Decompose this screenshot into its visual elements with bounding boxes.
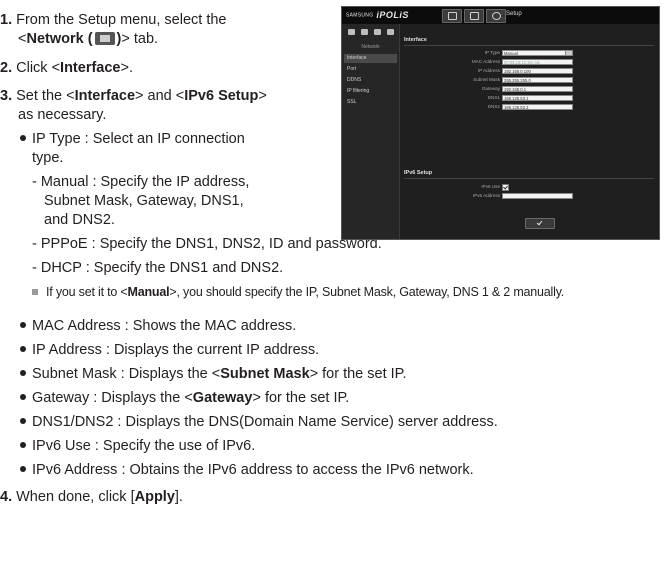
top-bar: SAMSUNG iPOLiS Setup (342, 7, 659, 24)
step-3-line-1: 3. Set the <Interface> and <IPv6 Setup> (0, 88, 267, 104)
bullet-dot-icon (20, 466, 26, 473)
monitor-icon (448, 12, 457, 20)
gateway-field[interactable]: 192.168.0.1 (502, 86, 573, 92)
ip-address-label: IP Address (477, 68, 500, 73)
mac-address-label: MAC Address (471, 59, 500, 64)
dns2-label: DNS2 (487, 104, 500, 109)
section-interface-title: Interface (404, 37, 427, 43)
ipv6-address-field[interactable] (502, 193, 573, 199)
bullet-ip: IP Address : Displays the current IP add… (20, 342, 319, 359)
bullet-dot-icon (20, 394, 26, 401)
bullet-ipv6-address: IPv6 Address : Obtains the IPv6 address … (20, 462, 474, 479)
bullet-dot-icon (20, 135, 26, 142)
ip-address-field[interactable]: 192.168.0.100 (502, 68, 573, 74)
sidebar-item-interface[interactable]: Interface (344, 54, 397, 63)
step-1-line-1: 1. From the Setup menu, select the (0, 12, 227, 28)
network-setup-icon[interactable] (361, 29, 368, 35)
playback-icon (470, 12, 479, 20)
live-button[interactable] (442, 9, 462, 23)
apply-button[interactable] (525, 218, 555, 229)
bullet-dot-icon (20, 346, 26, 353)
pppoe-line: - PPPoE : Specify the DNS1, DNS2, ID and… (32, 236, 382, 252)
ipv6-address-label: IPv6 Address (472, 193, 500, 198)
bullet-dot-icon (20, 370, 26, 377)
bullet-subnet: Subnet Mask : Displays the <Subnet Mask>… (20, 366, 407, 383)
chevron-down-icon (565, 51, 572, 55)
bullet-gateway: Gateway : Displays the <Gateway> for the… (20, 390, 349, 407)
step-1-line-2: <Network ()> tab. (18, 31, 159, 47)
bullet-mac: MAC Address : Shows the MAC address. (20, 318, 296, 335)
bullet-dot-icon (20, 442, 26, 449)
ipv6-use-checkbox[interactable] (502, 184, 509, 191)
sidebar-heading: Network (361, 44, 380, 50)
gateway-label: Gateway (481, 86, 500, 91)
bullet-dns: DNS1/DNS2 : Displays the DNS(Domain Name… (20, 414, 498, 431)
subnet-mask-field[interactable]: 255.255.255.0 (502, 77, 573, 83)
bullet-dot-icon (20, 418, 26, 425)
subnet-mask-label: Subnet Mask (473, 77, 500, 82)
setup-title: Setup (506, 11, 522, 17)
dns1-field[interactable]: 168.126.63.1 (502, 95, 573, 101)
step-2: 2. Click <Interface>. (0, 60, 133, 76)
ip-type-line-2: type. (32, 150, 64, 166)
step-3-line-2: as necessary. (18, 107, 107, 123)
setup-sidebar: Network Interface Port DDNS IP filtering… (342, 24, 400, 239)
ipolis-logo: SAMSUNG iPOLiS (346, 10, 409, 20)
sidebar-item-ip-filtering[interactable]: IP filtering (344, 87, 397, 96)
manual-line-2: Subnet Mask, Gateway, DNS1, (44, 193, 244, 209)
event-setup-icon[interactable] (374, 29, 381, 35)
manual-line-1: - Manual : Specify the IP address, (32, 174, 250, 190)
system-setup-icon[interactable] (387, 29, 394, 35)
setup-content: Interface IP Type Manual MAC Address 00:… (400, 24, 659, 239)
mac-address-field: 00:09:18:1C:BA:1B (502, 59, 573, 65)
bullet-ip-type: IP Type : Select an IP connection (20, 131, 245, 148)
gear-icon (492, 12, 501, 20)
dns1-label: DNS1 (487, 95, 500, 100)
network-tab-icon (94, 31, 115, 45)
sidebar-item-ssl[interactable]: SSL (344, 98, 397, 107)
section-ipv6-title: IPv6 Setup (404, 170, 433, 176)
setup-button[interactable] (486, 9, 506, 23)
sidebar-item-port[interactable]: Port (344, 65, 397, 74)
playback-button[interactable] (464, 9, 484, 23)
divider (404, 45, 654, 46)
ipv6-use-label: IPv6 Use (481, 184, 500, 189)
bullet-ipv6-use: IPv6 Use : Specify the use of IPv6. (20, 438, 255, 455)
manual-note: If you set it to <Manual>, you should sp… (32, 285, 564, 300)
manual-line-3: and DNS2. (44, 212, 115, 228)
dhcp-line: - DHCP : Specify the DNS1 and DNS2. (32, 260, 284, 276)
ip-type-select[interactable]: Manual (502, 50, 573, 56)
video-setup-icon[interactable] (348, 29, 355, 35)
interface-setup-screenshot: SAMSUNG iPOLiS Setup Network Interface P… (341, 6, 660, 240)
sidebar-item-ddns[interactable]: DDNS (344, 76, 397, 85)
step-4: 4. When done, click [Apply]. (0, 489, 183, 505)
bullet-dot-icon (20, 322, 26, 329)
divider (404, 178, 654, 179)
ip-type-label: IP Type (484, 50, 500, 55)
dns2-field[interactable]: 168.126.63.2 (502, 104, 573, 110)
note-square-icon (32, 288, 38, 295)
